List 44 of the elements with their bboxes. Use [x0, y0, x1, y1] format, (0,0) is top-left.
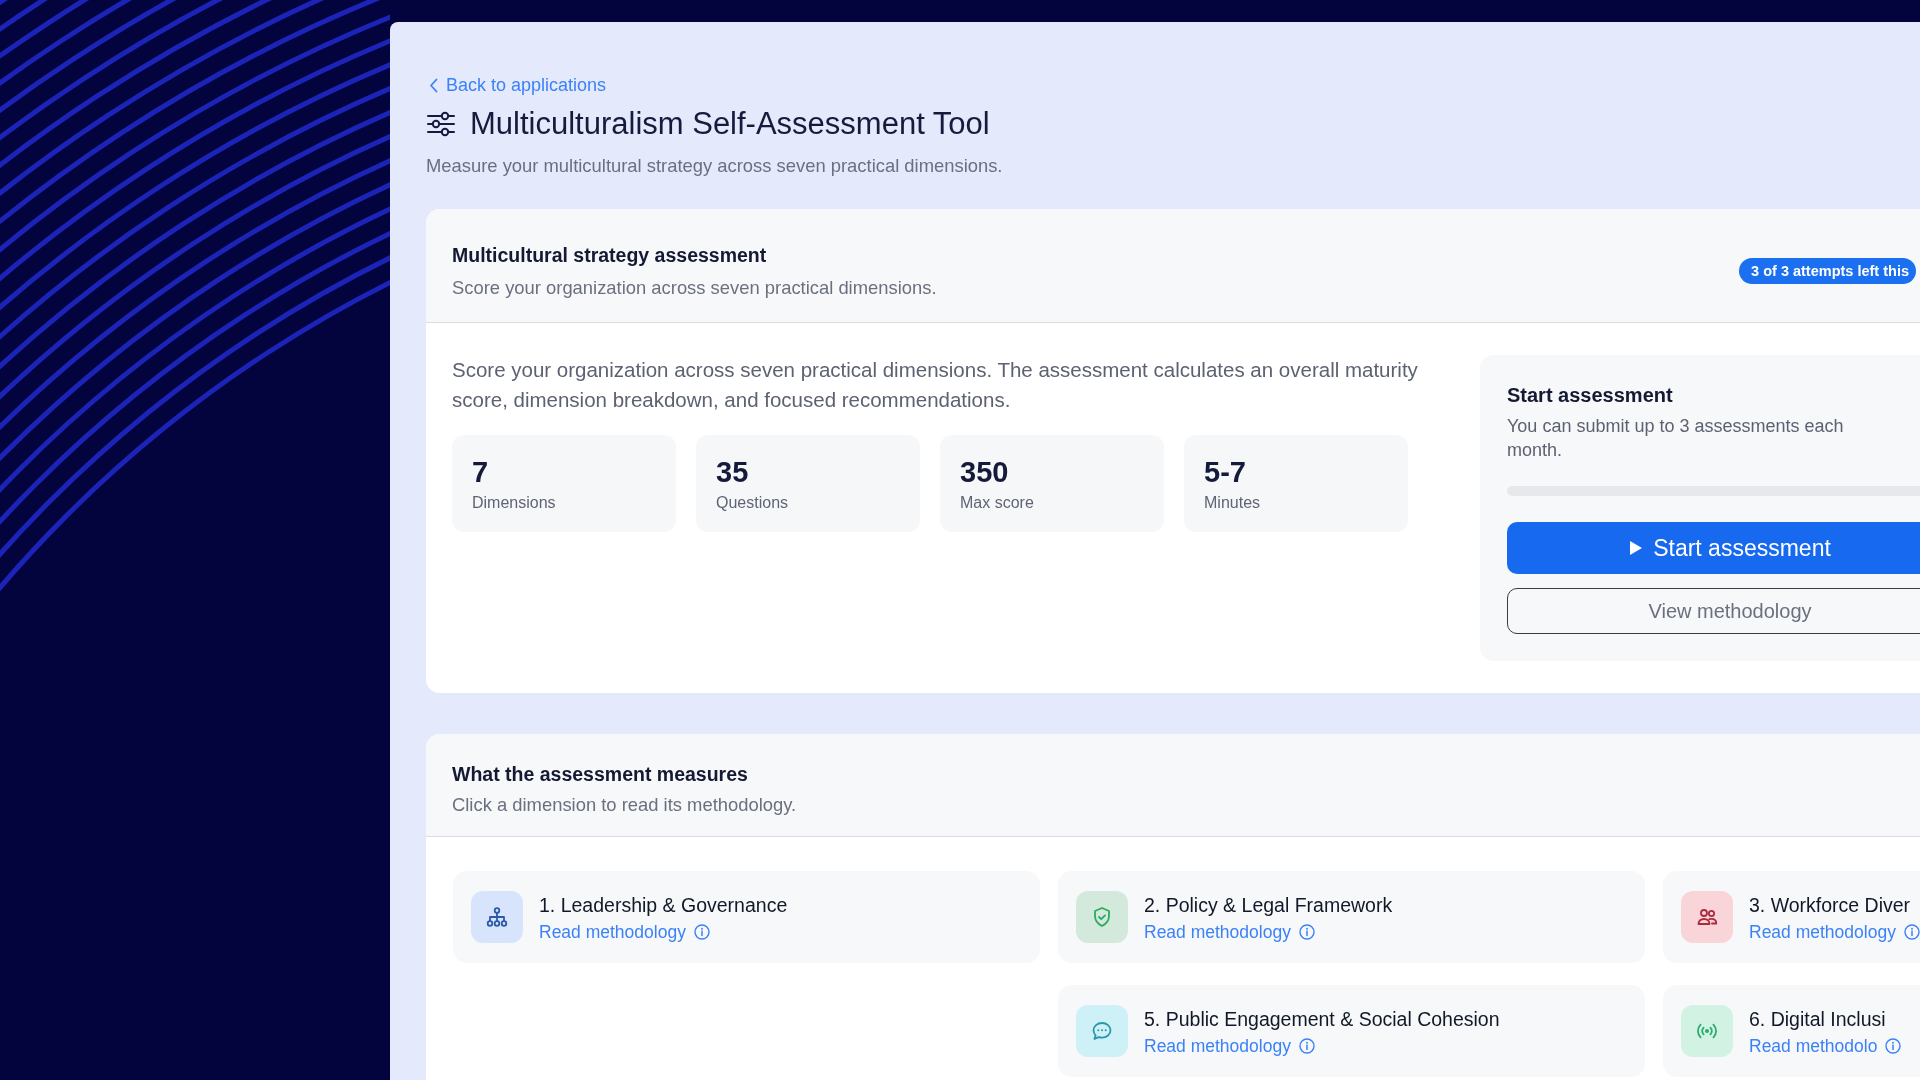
- start-title: Start assessment: [1507, 383, 1673, 408]
- dimension-title: 6. Digital Inclusi: [1749, 1007, 1886, 1032]
- play-icon: [1629, 540, 1644, 556]
- dimension-title: 5. Public Engagement & Social Cohesion: [1144, 1007, 1500, 1032]
- info-icon: [1903, 924, 1920, 940]
- card-subtitle: Score your organization across seven practical dimensions.: [452, 276, 937, 300]
- stat-label: Max score: [960, 493, 1034, 513]
- dimension-title: 3. Workforce Diver: [1749, 893, 1911, 918]
- card-title: What the assessment measures: [452, 762, 748, 787]
- methodology-link[interactable]: Read methodology: [1749, 922, 1896, 942]
- card-title: Multicultural strategy assessment: [452, 243, 767, 268]
- methodology-link[interactable]: Read methodology: [1144, 1036, 1291, 1056]
- info-icon: [1885, 1038, 1902, 1054]
- description-text: Score your organization across seven practical dimensions. The assessment calculates an overall maturity score, dimension breakdown, and focused recommendations.: [452, 357, 1419, 413]
- stat-label: Minutes: [1204, 493, 1261, 513]
- info-icon: [693, 924, 710, 940]
- start-button[interactable]: Start assessment: [1507, 522, 1920, 574]
- info-icon: [1298, 1038, 1315, 1054]
- back-link[interactable]: Back to applications: [429, 74, 607, 96]
- dimension-card[interactable]: 2. Policy & Legal Framework Read methodology: [1058, 871, 1645, 963]
- stat-value: 7: [472, 455, 489, 489]
- sliders-icon: [426, 110, 456, 138]
- dimension-card[interactable]: 3. Workforce Diver Read methodology: [1663, 871, 1920, 963]
- card-subtitle: Click a dimension to read its methodology.: [452, 793, 797, 817]
- stat-label: Questions: [716, 493, 789, 513]
- methodology-link[interactable]: Read methodolo: [1749, 1036, 1878, 1056]
- start-text: You can submit up to 3 assessments each month.: [1507, 415, 1845, 462]
- stat-value: 35: [716, 455, 749, 489]
- attempts-badge: 3 of 3 attempts left this: [1739, 258, 1916, 284]
- chevron-left-icon: [429, 77, 438, 93]
- stat-label: Dimensions: [472, 493, 556, 513]
- methodology-button[interactable]: View methodology: [1507, 588, 1920, 634]
- dimension-card[interactable]: 1. Leadership & Governance Read methodology: [453, 871, 1040, 963]
- stat-value: 350: [960, 455, 1009, 489]
- dimension-card[interactable]: 5. Public Engagement & Social Cohesion Read methodology: [1058, 985, 1645, 1077]
- page-title: Multiculturalism Self-Assessment Tool: [470, 106, 990, 142]
- dimension-card[interactable]: 6. Digital Inclusi Read methodolo: [1663, 985, 1920, 1077]
- dimension-title: 1. Leadership & Governance: [539, 893, 788, 918]
- methodology-link[interactable]: Read methodology: [539, 922, 686, 942]
- page-subtitle: Measure your multicultural strategy across seven practical dimensions.: [426, 154, 1003, 178]
- info-icon: [1298, 924, 1315, 940]
- dimension-title: 2. Policy & Legal Framework: [1144, 893, 1393, 918]
- methodology-link[interactable]: Read methodology: [1144, 922, 1291, 942]
- stat-value: 5-7: [1204, 455, 1246, 489]
